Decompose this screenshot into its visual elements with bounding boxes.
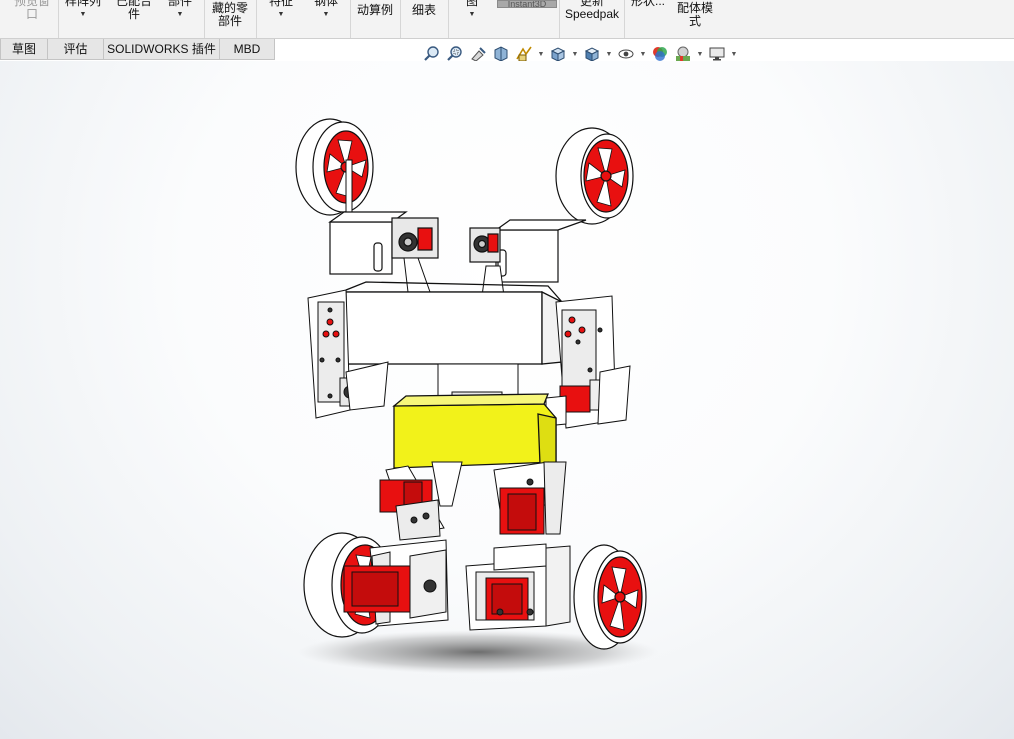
ribbon-separator	[350, 0, 351, 38]
pattern-label: 样阵列	[64, 0, 101, 8]
chevron-down-icon[interactable]: ▼	[696, 51, 704, 58]
selected-battery-box[interactable]	[392, 393, 557, 469]
components-label: 部件	[167, 0, 192, 8]
tab-evaluate[interactable]: 评估	[47, 39, 104, 60]
chevron-down-icon[interactable]: ▼	[730, 51, 738, 58]
assembly-mode-button[interactable]: 配体模 式	[672, 0, 718, 38]
chevron-down-icon[interactable]: ▼	[537, 51, 545, 58]
left-leg[interactable]	[379, 461, 463, 541]
wheel-top-right[interactable]	[555, 127, 634, 225]
ribbon-separator	[624, 0, 625, 38]
bom-button[interactable]: 细表	[402, 0, 446, 38]
update-speedpak-button[interactable]: 更新 Speedpak	[562, 0, 622, 38]
shapes-button[interactable]: 形状...	[626, 0, 670, 38]
shoulder-links	[403, 257, 505, 297]
wheel-top-left[interactable]	[295, 118, 374, 216]
ribbon-separator	[559, 0, 560, 38]
body-label: 钢体	[313, 0, 338, 8]
instant3d-label: Instant3D	[507, 1, 547, 7]
body-button[interactable]: 钢体 ▼	[306, 0, 346, 38]
upper-left-servo-housing[interactable]	[328, 211, 439, 275]
bom-label: 细表	[411, 3, 436, 17]
torso-body[interactable]	[345, 281, 563, 365]
wheel-bottom-right[interactable]	[573, 544, 647, 650]
components-button[interactable]: 部件 ▼	[160, 0, 200, 38]
ribbon-separator	[400, 0, 401, 38]
hidden-components-button[interactable]: 藏的零 部件	[206, 0, 254, 38]
chevron-down-icon[interactable]: ▼	[605, 51, 613, 58]
mated-parts-button[interactable]: 已配合 件	[110, 0, 158, 38]
ribbon-separator	[448, 0, 449, 38]
exploded-view-label: 图	[465, 0, 478, 8]
chevron-down-icon[interactable]: ▼	[60, 10, 106, 20]
axle-post	[345, 159, 353, 221]
feature-label: 特征	[268, 0, 293, 8]
chevron-down-icon[interactable]: ▼	[571, 51, 579, 58]
motion-study-button[interactable]: 动算例	[352, 0, 398, 38]
ribbon-separator	[58, 0, 59, 38]
robot-assembly-model[interactable]	[0, 61, 1014, 739]
chevron-down-icon[interactable]: ▼	[452, 10, 492, 20]
chevron-down-icon[interactable]: ▼	[160, 10, 200, 20]
assembly-mode-label: 配体模 式	[676, 1, 713, 28]
tab-sketch[interactable]: 草图	[0, 39, 48, 60]
ribbon-separator	[204, 0, 205, 38]
exploded-view-button[interactable]: 图 ▼	[452, 0, 492, 38]
right-leg[interactable]	[493, 461, 567, 535]
chevron-down-icon[interactable]: ▼	[258, 10, 304, 20]
graphics-area[interactable]	[0, 61, 1014, 739]
feature-button[interactable]: 特征 ▼	[258, 0, 304, 38]
preview-window-label: 预览窗 口	[13, 0, 50, 21]
chevron-down-icon[interactable]: ▼	[306, 10, 346, 20]
right-foot-servo[interactable]	[465, 543, 571, 631]
chevron-down-icon[interactable]: ▼	[639, 51, 647, 58]
preview-window-button[interactable]: 预览窗 口	[8, 0, 56, 38]
shapes-label: 形状...	[630, 0, 665, 8]
ribbon-separator	[256, 0, 257, 38]
update-speedpak-label: Speedpak	[564, 7, 620, 21]
tab-mbd[interactable]: MBD	[219, 39, 275, 60]
tab-solidworks-addins[interactable]: SOLIDWORKS 插件	[103, 39, 220, 60]
command-manager-ribbon: 预览窗 口 样阵列 ▼ 已配合 件 部件 ▼ 藏的零 部件 特征 ▼ 钢体 ▼ …	[0, 0, 1014, 39]
mated-parts-label: 已配合 件	[115, 0, 152, 21]
hidden-components-label: 藏的零 部件	[211, 1, 248, 28]
pattern-button[interactable]: 样阵列 ▼	[60, 0, 106, 38]
instant3d-button[interactable]: Instant3D	[497, 0, 557, 8]
motion-study-label: 动算例	[356, 3, 393, 17]
